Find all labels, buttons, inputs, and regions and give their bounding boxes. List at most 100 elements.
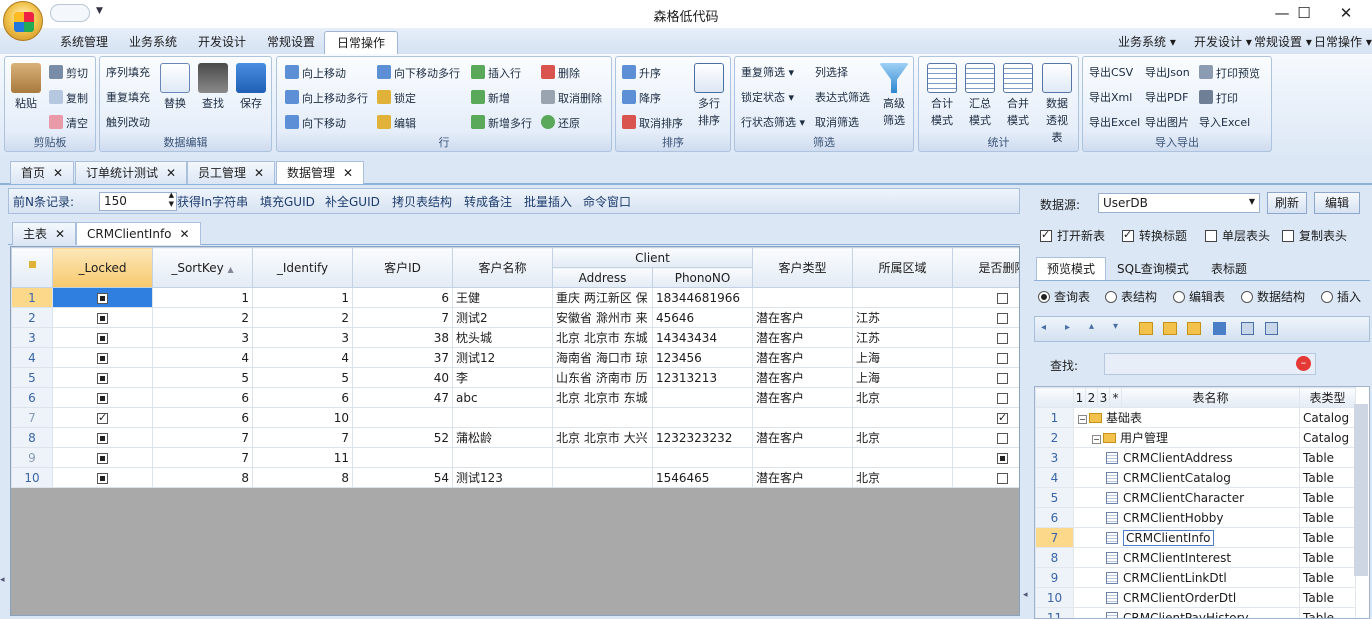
grid-cell[interactable]: 7 (152, 447, 253, 468)
new-folder-icon[interactable] (1139, 322, 1153, 335)
cancel-delete-button[interactable]: 取消删除 (541, 90, 602, 107)
tree-row[interactable]: 4 CRMClientCatalog Table (1035, 467, 1356, 488)
grid-cell[interactable] (752, 447, 853, 468)
radio-edit-table[interactable]: 编辑表 (1173, 288, 1225, 305)
column-header[interactable]: _Locked (52, 247, 153, 288)
deleted-cell[interactable] (952, 307, 1019, 328)
save-icon[interactable] (1213, 322, 1226, 335)
grid-cell[interactable] (852, 447, 953, 468)
scrollbar-thumb[interactable] (1354, 404, 1368, 576)
grid-cell[interactable]: 5 (252, 367, 353, 388)
column-select-button[interactable]: 列选择 (815, 65, 848, 81)
grid-cell[interactable]: 北京 (852, 427, 953, 448)
grid-cell[interactable]: 18344681966 (652, 287, 753, 308)
column-header[interactable]: _SortKey ▲ (152, 247, 253, 288)
get-in-string-link[interactable]: 获得In字符串 (177, 193, 248, 210)
import-excel-button[interactable]: 导入Excel (1199, 115, 1250, 131)
grid-corner[interactable] (11, 247, 53, 288)
cancel-sort-button[interactable]: 取消排序 (622, 115, 683, 132)
spin-icon[interactable]: ▲ ▼ (169, 191, 174, 209)
grid-cell[interactable]: 江苏 (852, 307, 953, 328)
sub-tab-crmclientinfo[interactable]: CRMClientInfo ✕ (76, 222, 201, 245)
tree-row[interactable]: 11 CRMClientPayHistory Table (1035, 607, 1356, 618)
level-header[interactable]: * (1109, 387, 1122, 408)
level-header[interactable]: 1 (1073, 387, 1086, 408)
tree-row[interactable]: 3 CRMClientAddress Table (1035, 447, 1356, 468)
checkbox-icon[interactable] (97, 352, 108, 364)
grid-cell[interactable] (452, 407, 553, 428)
doc-tab-home[interactable]: 首页 ✕ (10, 161, 75, 184)
grid-cell[interactable]: 8 (152, 467, 253, 488)
grid-cell[interactable] (352, 407, 453, 428)
sort-desc-button[interactable]: 降序 (622, 90, 661, 107)
table-row[interactable]: 6 6 6 47 abc 北京 北京市 东城 潜在客户 北京 (11, 387, 1019, 408)
locked-cell[interactable] (52, 367, 153, 388)
close-icon[interactable]: ✕ (53, 166, 63, 180)
checkbox-icon[interactable] (97, 332, 108, 344)
app-menu-button[interactable] (3, 1, 43, 41)
column-header[interactable]: 客户名称 (452, 247, 553, 288)
deleted-cell[interactable] (952, 467, 1019, 488)
checkbox-icon[interactable] (997, 452, 1008, 464)
column-header[interactable]: 表名称 (1121, 387, 1300, 408)
table-row[interactable]: 4 4 4 37 测试12 海南省 海口市 琼 123456 潜在客户 上海 (11, 347, 1019, 368)
grid-cell[interactable]: 测试12 (452, 347, 553, 368)
column-header[interactable]: 是否删除 (952, 247, 1019, 288)
locked-cell[interactable] (52, 287, 153, 308)
row-state-filter-button[interactable]: 行状态筛选 ▾ (741, 115, 805, 131)
repeat-fill-button[interactable]: 重复填充 (106, 90, 150, 106)
summary-mode-button[interactable]: 汇总模式 (963, 63, 997, 129)
checkbox-icon[interactable] (997, 372, 1008, 384)
grid-cell[interactable] (752, 287, 853, 308)
move-down-button[interactable]: 向下移动 (285, 115, 346, 132)
grid-cell[interactable]: 7 (352, 307, 453, 328)
table-tree-grid[interactable]: 1 2 3 * 表名称 表类型 1− 基础表 Catalog 2− 用户管理 Catalo… (1034, 386, 1370, 619)
grid-cell[interactable] (652, 447, 753, 468)
checkbox-icon[interactable] (997, 432, 1008, 444)
column-header[interactable]: Address (552, 267, 653, 288)
grid-cell[interactable]: 52 (352, 427, 453, 448)
grid-cell[interactable]: 山东省 济南市 历 (552, 367, 653, 388)
clear-button[interactable]: 清空 (49, 115, 88, 132)
clear-search-icon[interactable]: – (1296, 356, 1311, 371)
grid-cell[interactable] (552, 407, 653, 428)
locked-cell[interactable] (52, 467, 153, 488)
grid-cell[interactable]: 4 (252, 347, 353, 368)
locked-cell[interactable] (52, 427, 153, 448)
grid-cell[interactable]: 北京 北京市 大兴 (552, 427, 653, 448)
level-header[interactable]: 3 (1097, 387, 1110, 408)
checkbox-icon[interactable] (97, 312, 108, 324)
grid-cell[interactable]: 40 (352, 367, 453, 388)
grid-cell[interactable]: 11 (252, 447, 353, 468)
close-button[interactable]: ✕ (1326, 2, 1366, 26)
grid-cell[interactable]: 枕头城 (452, 327, 553, 348)
row-number[interactable]: 10 (11, 467, 53, 488)
new-button[interactable]: 新增 (471, 90, 510, 107)
row-number[interactable]: 5 (11, 367, 53, 388)
column-header[interactable]: 所属区域 (852, 247, 953, 288)
locked-cell[interactable] (52, 347, 153, 368)
tab-dev-design[interactable]: 开发设计 (186, 31, 258, 54)
grid-cell[interactable]: 安徽省 滁州市 来 (552, 307, 653, 328)
tree-row[interactable]: 9 CRMClientLinkDtl Table (1035, 567, 1356, 588)
menu-business-system[interactable]: 业务系统 ▾ (1118, 33, 1176, 50)
grid-cell[interactable]: 潜在客户 (752, 467, 853, 488)
edit-button[interactable]: 编辑 (377, 115, 416, 132)
grid-cell[interactable] (552, 467, 653, 488)
radio-query-table[interactable]: 查询表 (1038, 288, 1090, 305)
grid-cell[interactable]: 2 (252, 307, 353, 328)
refresh-button[interactable]: 刷新 (1267, 192, 1307, 214)
sort-asc-button[interactable]: 升序 (622, 65, 661, 82)
collapse-icon[interactable]: − (1078, 415, 1087, 424)
tree-row[interactable]: 10 CRMClientOrderDtl Table (1035, 587, 1356, 608)
open-new-table-check[interactable]: 打开新表 (1040, 227, 1105, 244)
deleted-cell[interactable] (952, 427, 1019, 448)
delete-button[interactable]: 删除 (541, 65, 580, 82)
insert-row-button[interactable]: 插入行 (471, 65, 521, 82)
complete-guid-link[interactable]: 补全GUID (325, 193, 380, 210)
column-header[interactable]: 表类型 (1299, 387, 1356, 408)
copy-header-check[interactable]: 复制表头 (1282, 227, 1347, 244)
grid-cell[interactable]: 北京 北京市 东城 (552, 327, 653, 348)
tree-node[interactable]: CRMClientPayHistory (1073, 607, 1300, 618)
move-up-button[interactable]: 向上移动 (285, 65, 346, 82)
